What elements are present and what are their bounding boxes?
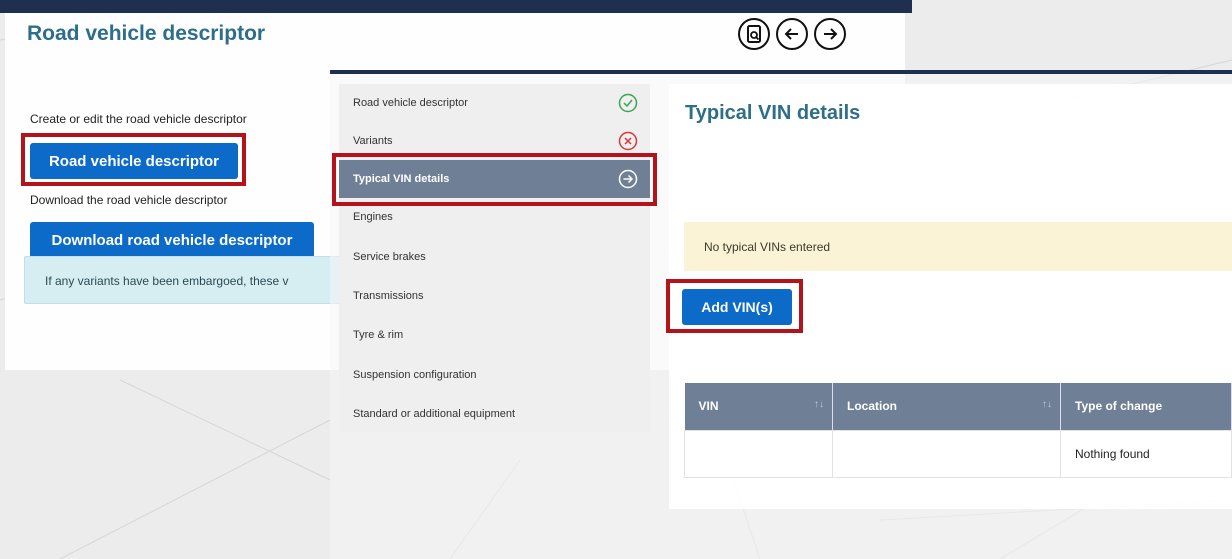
- back-header-bar: [0, 0, 912, 13]
- sidebar-item-label: Standard or additional equipment: [353, 408, 516, 420]
- arrow-right-icon[interactable]: [814, 18, 846, 50]
- column-header-vin[interactable]: VIN ↑↓: [684, 383, 833, 430]
- sort-icon: ↑↓: [1042, 399, 1052, 410]
- sidebar-item-label: Suspension configuration: [353, 369, 477, 381]
- table-row: Nothing found: [684, 429, 1232, 478]
- page-title: Road vehicle descriptor: [27, 22, 266, 45]
- sidebar-item-service-brakes[interactable]: Service brakes: [339, 238, 650, 276]
- document-preview-icon[interactable]: [738, 18, 770, 50]
- sidebar-item-transmissions[interactable]: Transmissions: [339, 277, 650, 315]
- sidebar-item-label: Tyre & rim: [353, 329, 404, 341]
- sidebar-item-label: Engines: [353, 211, 393, 223]
- check-circle-icon: [618, 93, 638, 113]
- empty-table-message: Nothing found: [1060, 429, 1232, 478]
- download-rvd-button[interactable]: Download road vehicle descriptor: [30, 222, 314, 258]
- table-cell: [684, 429, 833, 478]
- column-header-type-of-change[interactable]: Type of change: [1060, 383, 1232, 430]
- no-vins-warning: No typical VINs entered: [684, 222, 1232, 271]
- embargo-info-box: If any variants have been embargoed, the…: [24, 256, 344, 304]
- section-sidebar: Road vehicle descriptor Variants Typical…: [339, 84, 650, 432]
- error-circle-icon: [618, 131, 638, 151]
- sidebar-item-road-vehicle-descriptor[interactable]: Road vehicle descriptor: [339, 84, 650, 122]
- sort-icon: ↑↓: [814, 399, 824, 410]
- vin-table: VIN ↑↓ Location ↑↓ Type of change Nothing …: [684, 383, 1232, 478]
- sidebar-item-label: Service brakes: [353, 251, 426, 263]
- table-header-row: VIN ↑↓ Location ↑↓ Type of change: [684, 383, 1232, 430]
- download-description: Download the road vehicle descriptor: [30, 193, 228, 207]
- sidebar-item-suspension-configuration[interactable]: Suspension configuration: [339, 356, 650, 394]
- highlight-frame-sidebar-item: [332, 153, 657, 206]
- column-header-location[interactable]: Location ↑↓: [832, 383, 1061, 430]
- sidebar-item-label: Variants: [353, 135, 393, 147]
- create-description: Create or edit the road vehicle descript…: [30, 112, 247, 126]
- table-cell: [832, 429, 1061, 478]
- sidebar-item-label: Road vehicle descriptor: [353, 97, 468, 109]
- arrow-left-icon[interactable]: [776, 18, 808, 50]
- sidebar-item-tyre-rim[interactable]: Tyre & rim: [339, 316, 650, 354]
- toolbar: [738, 18, 846, 52]
- sidebar-item-standard-equipment[interactable]: Standard or additional equipment: [339, 395, 650, 433]
- highlight-frame-rvd-button: [21, 133, 246, 186]
- section-title: Typical VIN details: [685, 102, 861, 124]
- highlight-frame-add-button: [666, 279, 803, 333]
- sidebar-item-label: Transmissions: [353, 290, 424, 302]
